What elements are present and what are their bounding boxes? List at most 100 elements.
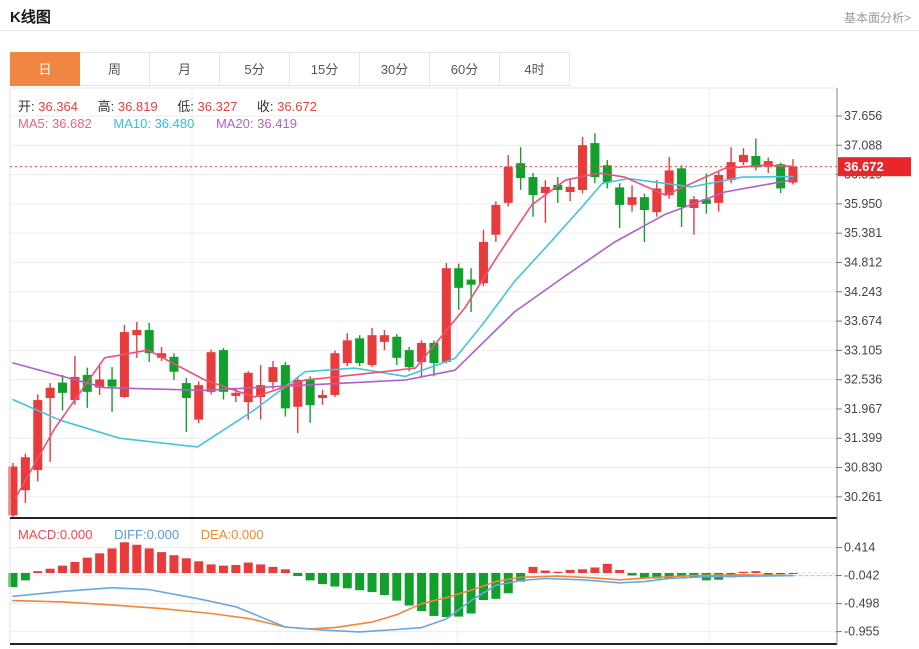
macd-bar [281,569,290,573]
page-title: K线图 [10,6,51,27]
candle-bullish [207,352,216,392]
macd-bar [392,573,401,601]
macd-bar [169,555,178,573]
macd-bar [751,571,760,573]
macd-bar [70,562,79,573]
macd-bar [145,548,154,573]
close-label: 收: [257,99,274,114]
candle-bearish [58,383,67,393]
macd-bar [615,570,624,573]
candle-bearish [467,280,476,285]
fundamental-analysis-link[interactable]: 基本面分析> [844,9,911,26]
open-value: 36.364 [38,99,78,114]
macd-bar [120,542,129,573]
y-axis-label: 34.243 [844,285,882,299]
macd-value: MACD:0.000 [18,527,92,542]
candle-bullish [417,343,426,362]
y-axis-label: 31.399 [844,431,882,445]
candle-bullish [269,367,278,382]
macd-bar [132,545,141,573]
macd-bar [194,561,203,573]
macd-bar [529,567,538,573]
ma5-readout: MA5: 36.682 [18,116,92,131]
candle-bearish [392,337,401,358]
macd-bar [405,573,414,606]
candle-bullish [727,162,736,180]
macd-bar [157,552,166,573]
y-axis-label: 30.830 [844,461,882,475]
ma20-line [13,180,793,391]
tab-timeframe-2[interactable]: 月 [150,52,220,86]
candle-bearish [640,197,649,210]
diff-value: DIFF:0.000 [114,527,179,542]
candle-bearish [405,350,414,367]
candle-bullish [578,145,587,190]
candle-bearish [454,268,463,288]
ma5-line [16,165,794,498]
y-axis-label: 31.967 [844,402,882,416]
close-value: 36.672 [277,99,317,114]
ma20-readout: MA20: 36.419 [216,116,297,131]
candle-bullish [318,395,327,398]
y-axis-label: 32.536 [844,373,882,387]
y-axis-label: 30.261 [844,490,882,504]
candle-bullish [504,167,513,203]
timeframe-tabs: 日周月5分15分30分60分4时 [10,52,570,86]
candle-bullish [46,388,55,398]
macd-axis-label: -0.042 [844,569,879,583]
tab-timeframe-7[interactable]: 4时 [500,52,570,86]
candle-bearish [516,163,525,178]
macd-bar [628,573,637,575]
candle-bearish [590,143,599,177]
candle-bullish [566,187,575,192]
macd-bar [207,564,216,573]
macd-bar [256,564,265,573]
macd-bar [182,558,191,573]
macd-axis-label: -0.498 [844,597,879,611]
candle-bullish [442,268,451,362]
macd-bar [46,569,55,573]
macd-bar [789,573,798,574]
tab-timeframe-5[interactable]: 30分 [360,52,430,86]
y-axis-label: 37.656 [844,109,882,123]
candle-bullish [132,330,141,335]
macd-axis-label: -0.955 [844,625,879,639]
tab-timeframe-4[interactable]: 15分 [290,52,360,86]
macd-bar [776,573,785,574]
macd-bar [541,571,550,573]
y-axis-label: 37.088 [844,138,882,152]
open-label: 开: [18,99,35,114]
macd-bar [578,569,587,573]
candle-bullish [343,340,352,363]
macd-bar [219,566,228,573]
macd-bar [33,571,42,573]
macd-bar [467,573,476,614]
tab-timeframe-6[interactable]: 60分 [430,52,500,86]
macd-bar [330,573,339,587]
candle-bullish [380,335,389,342]
tab-timeframe-1[interactable]: 周 [80,52,150,86]
y-axis-label: 33.674 [844,314,882,328]
macd-bar [21,573,30,580]
candle-bullish [120,332,129,397]
low-label: 低: [177,99,194,114]
macd-bar [318,573,327,584]
candle-bullish [491,205,500,235]
macd-bar [58,566,67,573]
ma10-readout: MA10: 36.480 [113,116,194,131]
ohlc-readout: 开: 36.364 高: 36.819 低: 36.327 收: 36.672 [18,96,333,115]
ma10-line [13,177,793,447]
candle-bearish [108,379,117,386]
macd-bar [739,572,748,573]
macd-bar [293,573,302,576]
macd-readout: MACD:0.000 DIFF:0.000 DEA:0.000 [18,527,282,542]
candle-bearish [355,338,364,363]
macd-bar [343,573,352,588]
tab-timeframe-0[interactable]: 日 [10,52,80,86]
macd-bar [603,564,612,573]
y-axis-label: 33.105 [844,343,882,357]
macd-bar [95,553,104,573]
tab-timeframe-3[interactable]: 5分 [220,52,290,86]
macd-bar [442,573,451,617]
page-header: K线图 基本面分析> [0,0,919,31]
